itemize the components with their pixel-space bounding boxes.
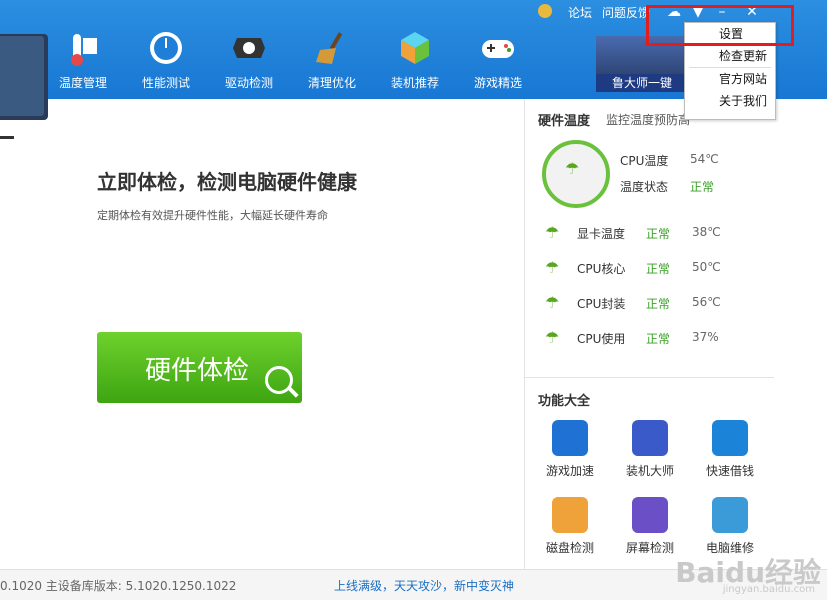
medal-icon[interactable] [538,4,552,18]
diy-icon [632,420,668,456]
menu-item-about[interactable]: 关于我们 [685,90,775,112]
gamepad-icon [482,40,514,58]
nav-item-temp[interactable]: 温度管理 [45,28,121,98]
cpu-usage-status: 正常 [646,332,671,346]
speedometer-icon [150,32,182,64]
nav-item-driver[interactable]: 驱动检测 [211,28,287,98]
cpu-core-status: 正常 [646,262,671,276]
hardware-check-button[interactable]: 硬件体检 [97,332,302,403]
cpu-core-label: CPU核心 [577,262,626,276]
func-game-accelerate[interactable]: 游戏加速 [534,420,606,479]
page-subline: 定期体检有效提升硬件性能，大幅延长硬件寿命 [97,209,328,222]
magnifier-handle [287,386,299,398]
forum-link[interactable]: 论坛 [568,6,592,20]
gpu-temp-status: 正常 [646,227,671,241]
promo-label[interactable]: 鲁大师一键 [596,74,688,92]
cpu-temp-value: 54℃ [690,152,719,166]
divider [525,377,774,378]
watermark-url: jingyan.baidu.com [722,584,815,595]
feedback-link[interactable]: 问题反馈 [602,6,650,20]
cpu-temp-label: CPU温度 [620,154,669,168]
func-diy-master[interactable]: 装机大师 [614,420,686,479]
menu-item-check-update[interactable]: 检查更新 [685,45,775,67]
repair-icon [712,497,748,533]
umbrella-icon: ☂ [545,258,560,277]
functions-title: 功能大全 [538,394,591,409]
driver-icon [233,38,265,58]
umbrella-icon: ☂ [565,159,580,178]
func-quick-loan[interactable]: 快速借钱 [694,420,766,479]
gpu-temp-label: 显卡温度 [577,227,626,241]
nav-item-games[interactable]: 游戏精选 [460,28,536,98]
temp-state-label: 温度状态 [620,180,669,194]
gpu-temp-value: 38℃ [692,225,721,239]
nav-item-recommend[interactable]: 装机推荐 [377,28,453,98]
loan-icon [712,420,748,456]
menu-item-official-site[interactable]: 官方网站 [685,68,775,90]
nav-item-perf[interactable]: 性能测试 [128,28,204,98]
func-screen-check[interactable]: 屏幕检测 [614,497,686,556]
highlight-box [646,5,794,46]
func-disk-check[interactable]: 磁盘检测 [534,497,606,556]
status-ad-link[interactable]: 上线满级，天天攻沙，新中变灭神 [334,577,514,594]
cpu-package-value: 56℃ [692,295,721,309]
hw-temp-title: 硬件温度 [538,114,591,129]
func-pc-repair[interactable]: 电脑维修 [694,497,766,556]
umbrella-icon: ☂ [545,293,560,312]
page-headline: 立即体检，检测电脑硬件健康 [97,170,357,194]
disk-icon [552,497,588,533]
hardware-check-label: 硬件体检 [145,356,250,386]
umbrella-icon: ☂ [545,328,560,347]
nav-item-clean[interactable]: 清理优化 [294,28,370,98]
thermometer-icon [71,34,97,66]
cpu-core-value: 50℃ [692,260,721,274]
cpu-package-label: CPU封装 [577,297,626,311]
monitor-stand [0,136,14,139]
game-accelerate-icon [552,420,588,456]
version-text: 0.1020 主设备库版本: 5.1020.1250.1022 [0,579,237,593]
hw-temp-subtitle[interactable]: 监控温度预防高 [606,111,690,128]
monitor-screen [0,36,44,116]
screen-icon [632,497,668,533]
cpu-package-status: 正常 [646,297,671,311]
broom-icon [316,32,343,64]
cube-icon [401,32,429,64]
umbrella-icon: ☂ [545,223,560,242]
temp-state-value: 正常 [690,180,715,194]
cpu-usage-value: 37% [692,330,719,344]
cpu-usage-label: CPU使用 [577,332,626,346]
